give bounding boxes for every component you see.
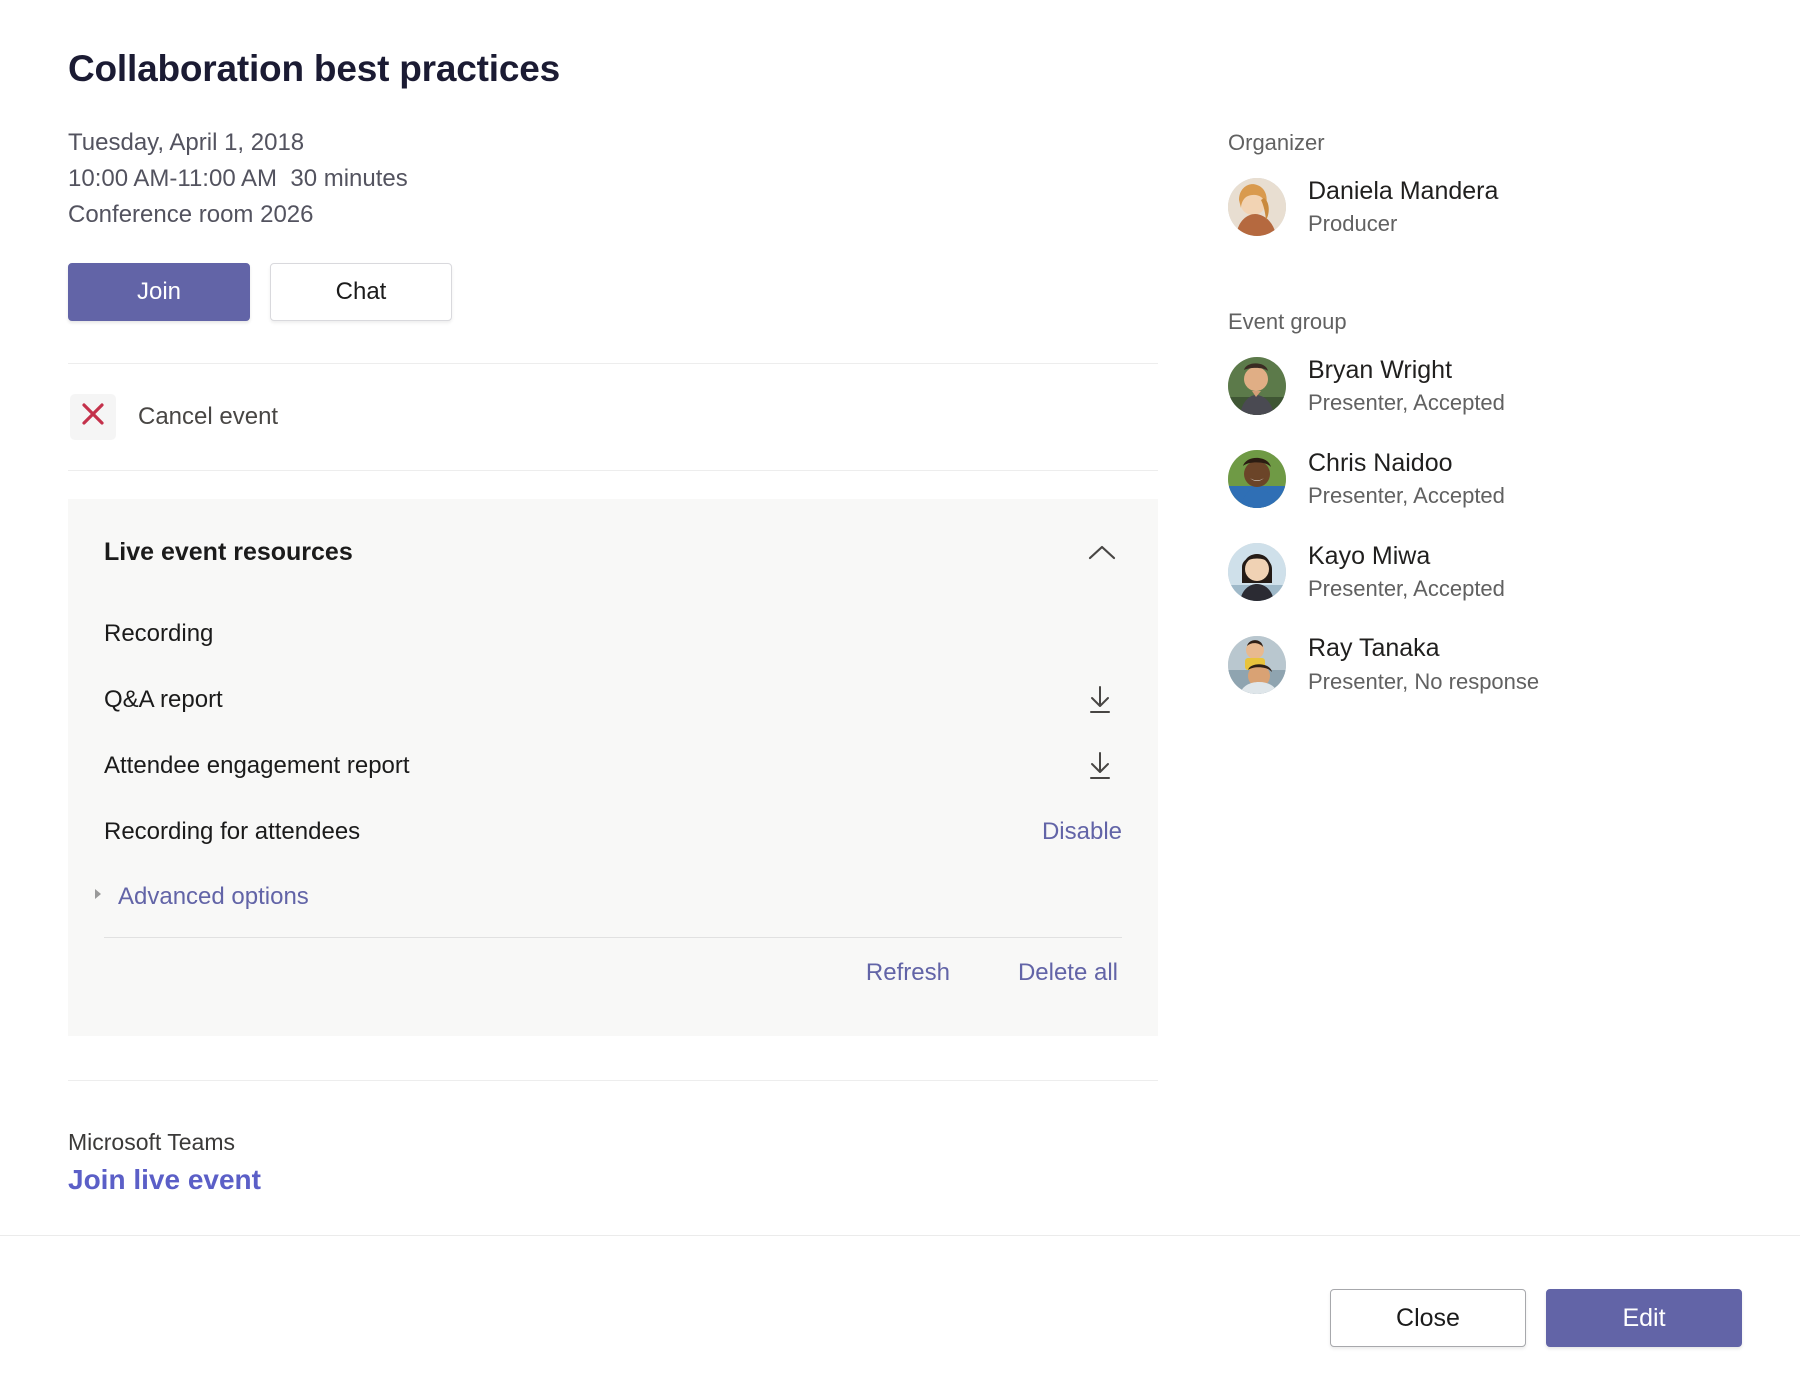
member-role: Presenter, Accepted xyxy=(1308,575,1505,604)
resources-panel-header: Live event resources xyxy=(104,533,1122,573)
participants-column: Organizer Daniela Mandera Producer xyxy=(1228,130,1748,726)
join-live-event-link[interactable]: Join live event xyxy=(68,1164,1158,1196)
dialog-footer: Close Edit xyxy=(0,1236,1800,1400)
divider-below-cancel xyxy=(68,470,1158,471)
resource-label: Recording for attendees xyxy=(104,818,360,846)
chevron-up-icon[interactable] xyxy=(1082,533,1122,573)
organizer-section-label: Organizer xyxy=(1228,130,1748,156)
avatar xyxy=(1228,450,1286,508)
section-spacer xyxy=(1228,269,1748,309)
event-group-member-row[interactable]: Chris Naidoo Presenter, Accepted xyxy=(1228,448,1748,511)
download-icon[interactable] xyxy=(1080,680,1120,720)
resource-label: Q&A report xyxy=(104,686,223,714)
join-button[interactable]: Join xyxy=(68,263,250,321)
resource-row-recording-for-attendees: Recording for attendees Disable xyxy=(104,799,1122,865)
organizer-name: Daniela Mandera xyxy=(1308,176,1498,207)
member-role: Presenter, No response xyxy=(1308,668,1539,697)
close-x-icon xyxy=(80,401,106,432)
chat-button[interactable]: Chat xyxy=(270,263,452,321)
divider-above-teams xyxy=(68,1080,1158,1081)
teams-join-block: Microsoft Teams Join live event xyxy=(68,1129,1158,1196)
advanced-options-label: Advanced options xyxy=(118,883,309,911)
resources-panel-footer: Refresh Delete all xyxy=(104,938,1122,1008)
event-main-column: Collaboration best practices Tuesday, Ap… xyxy=(68,48,1158,1196)
event-location: Conference room 2026 xyxy=(68,197,1158,233)
member-text: Ray Tanaka Presenter, No response xyxy=(1308,633,1539,696)
event-group-member-row[interactable]: Kayo Miwa Presenter, Accepted xyxy=(1228,541,1748,604)
event-date: Tuesday, April 1, 2018 xyxy=(68,125,1158,161)
avatar xyxy=(1228,178,1286,236)
disable-recording-link[interactable]: Disable xyxy=(1042,818,1122,846)
event-time: 10:00 AM-11:00 AM 30 minutes xyxy=(68,161,1158,197)
close-button[interactable]: Close xyxy=(1330,1289,1526,1347)
avatar xyxy=(1228,357,1286,415)
cancel-icon-container xyxy=(70,394,116,440)
resource-label: Recording xyxy=(104,620,213,648)
advanced-options-toggle[interactable]: Advanced options xyxy=(90,865,1122,929)
avatar xyxy=(1228,636,1286,694)
cancel-event-label: Cancel event xyxy=(138,403,278,431)
event-group-member-row[interactable]: Ray Tanaka Presenter, No response xyxy=(1228,633,1748,696)
member-name: Bryan Wright xyxy=(1308,355,1505,386)
organizer-role: Producer xyxy=(1308,210,1498,239)
event-details-dialog: Collaboration best practices Tuesday, Ap… xyxy=(0,0,1800,1400)
resources-panel-title: Live event resources xyxy=(104,538,353,567)
organizer-text: Daniela Mandera Producer xyxy=(1308,176,1498,239)
member-name: Ray Tanaka xyxy=(1308,633,1539,664)
member-name: Kayo Miwa xyxy=(1308,541,1505,572)
resource-label: Attendee engagement report xyxy=(104,752,410,780)
member-role: Presenter, Accepted xyxy=(1308,389,1505,418)
edit-button[interactable]: Edit xyxy=(1546,1289,1742,1347)
member-name: Chris Naidoo xyxy=(1308,448,1505,479)
member-text: Bryan Wright Presenter, Accepted xyxy=(1308,355,1505,418)
triangle-right-icon xyxy=(90,886,106,907)
member-text: Chris Naidoo Presenter, Accepted xyxy=(1308,448,1505,511)
cancel-event-button[interactable]: Cancel event xyxy=(68,364,1158,470)
resource-row-recording: Recording xyxy=(104,601,1122,667)
delete-all-link[interactable]: Delete all xyxy=(1018,959,1118,987)
resource-row-attendee-engagement-report: Attendee engagement report xyxy=(104,733,1122,799)
event-group-section-label: Event group xyxy=(1228,309,1748,335)
refresh-link[interactable]: Refresh xyxy=(866,959,950,987)
organizer-row[interactable]: Daniela Mandera Producer xyxy=(1228,176,1748,239)
member-text: Kayo Miwa Presenter, Accepted xyxy=(1308,541,1505,604)
dialog-content: Collaboration best practices Tuesday, Ap… xyxy=(0,0,1800,1235)
resource-row-qa-report: Q&A report xyxy=(104,667,1122,733)
download-icon[interactable] xyxy=(1080,746,1120,786)
member-role: Presenter, Accepted xyxy=(1308,482,1505,511)
event-action-buttons: Join Chat xyxy=(68,263,1158,321)
page-title: Collaboration best practices xyxy=(68,48,1158,91)
event-group-member-row[interactable]: Bryan Wright Presenter, Accepted xyxy=(1228,355,1748,418)
teams-product-label: Microsoft Teams xyxy=(68,1129,1158,1156)
avatar xyxy=(1228,543,1286,601)
live-event-resources-panel: Live event resources Recording Q&A repor… xyxy=(68,499,1158,1036)
